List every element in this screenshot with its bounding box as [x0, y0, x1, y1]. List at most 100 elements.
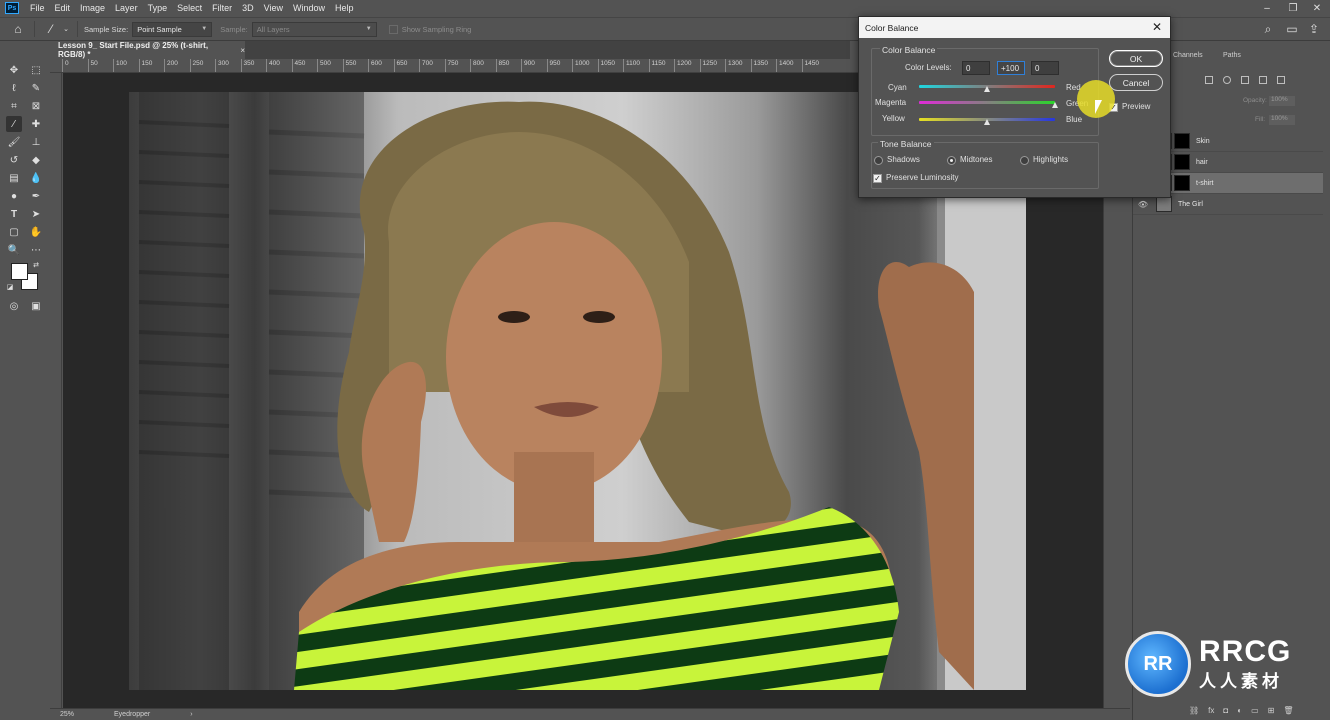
highlights-radio[interactable]: [1020, 156, 1029, 165]
eraser-tool-icon[interactable]: ◆: [28, 152, 44, 168]
chevron-right-icon[interactable]: ›: [190, 711, 192, 718]
yellow-blue-level-input[interactable]: 0: [1031, 61, 1059, 75]
menu-file[interactable]: File: [25, 3, 50, 13]
new-layer-icon[interactable]: ⊞: [1268, 706, 1275, 715]
filter-shape-icon[interactable]: [1259, 76, 1267, 84]
menu-filter[interactable]: Filter: [207, 3, 237, 13]
workspace-icon[interactable]: ▭: [1282, 19, 1302, 39]
type-tool-icon[interactable]: T: [6, 206, 22, 222]
zoom-tool-icon[interactable]: 🔍: [6, 242, 22, 258]
filter-smart-object-icon[interactable]: [1277, 76, 1285, 84]
yellow-blue-slider-thumb[interactable]: [983, 119, 990, 125]
quick-mask-icon[interactable]: ◎: [6, 298, 22, 314]
sample-size-select[interactable]: Point Sample ▼: [132, 21, 213, 37]
healing-brush-tool-icon[interactable]: ✚: [28, 116, 44, 132]
lasso-tool-icon[interactable]: ℓ: [6, 80, 22, 96]
chevron-down-icon[interactable]: ⌄: [61, 19, 71, 39]
shape-tool-icon[interactable]: ▢: [6, 224, 22, 240]
move-tool-icon[interactable]: ✥: [6, 62, 22, 78]
filter-pixel-icon[interactable]: [1205, 76, 1213, 84]
ruler-tick-label: 500: [317, 59, 331, 72]
watermark-emblem: RR: [1125, 631, 1191, 697]
minimize-icon[interactable]: –: [1254, 0, 1280, 16]
layer-mask-thumbnail[interactable]: [1174, 133, 1190, 149]
cyan-red-slider-thumb[interactable]: [983, 86, 990, 92]
sampling-ring-checkbox[interactable]: [388, 24, 398, 34]
tab-paths[interactable]: Paths: [1223, 52, 1241, 59]
fx-icon[interactable]: fx: [1208, 706, 1214, 715]
cyan-red-level-input[interactable]: 0: [962, 61, 990, 75]
layer-mask-thumbnail[interactable]: [1174, 175, 1190, 191]
search-icon[interactable]: ⌕: [1258, 19, 1278, 39]
menu-image[interactable]: Image: [75, 3, 110, 13]
menu-edit[interactable]: Edit: [50, 3, 76, 13]
frame-tool-icon[interactable]: ⊠: [28, 98, 44, 114]
layer-mask-thumbnail[interactable]: [1174, 154, 1190, 170]
maximize-icon[interactable]: ❐: [1280, 0, 1306, 16]
default-colors-icon[interactable]: ◪: [5, 282, 15, 292]
brush-tool-icon[interactable]: 🖌: [6, 134, 22, 150]
menu-window[interactable]: Window: [288, 3, 330, 13]
magenta-green-slider-track[interactable]: [919, 101, 1055, 104]
ruler-tick-label: 1200: [674, 59, 691, 72]
midtones-radio[interactable]: [947, 156, 956, 165]
chevron-down-icon: ▼: [365, 26, 372, 32]
dialog-titlebar[interactable]: Color Balance ✕: [859, 17, 1170, 38]
ok-button[interactable]: OK: [1109, 50, 1163, 67]
menu-layer[interactable]: Layer: [110, 3, 143, 13]
foreground-color-swatch[interactable]: [11, 263, 28, 280]
cancel-button[interactable]: Cancel: [1109, 74, 1163, 91]
document-tab-bar: Lesson 9_ Start File.psd @ 25% (t-shirt,…: [50, 41, 850, 59]
document-tab[interactable]: Lesson 9_ Start File.psd @ 25% (t-shirt,…: [50, 41, 245, 59]
crop-tool-icon[interactable]: ⌗: [6, 98, 22, 114]
tone-balance-group-title: Tone Balance: [878, 139, 934, 149]
tab-channels[interactable]: Channels: [1173, 52, 1203, 59]
ruler-tick-label: 450: [291, 59, 305, 72]
preserve-luminosity-checkbox[interactable]: ✓: [873, 174, 882, 183]
visibility-eye-icon[interactable]: 👁: [1133, 200, 1153, 209]
magenta-green-slider-thumb[interactable]: [1051, 102, 1058, 108]
link-layers-icon[interactable]: ⛓: [1189, 706, 1199, 715]
swap-colors-icon[interactable]: ⇄: [31, 260, 41, 270]
home-icon[interactable]: ⌂: [8, 19, 28, 39]
filter-adjustment-icon[interactable]: [1223, 76, 1231, 84]
magenta-green-level-input[interactable]: +100: [997, 61, 1025, 75]
document-title: Lesson 9_ Start File.psd @ 25% (t-shirt,…: [58, 41, 209, 59]
marquee-tool-icon[interactable]: ⬚: [28, 62, 44, 78]
adjustment-layer-icon[interactable]: ◐: [1237, 706, 1242, 715]
eyedropper-preset-icon[interactable]: ⁄: [41, 19, 61, 39]
share-icon[interactable]: ⇪: [1304, 19, 1324, 39]
delete-layer-icon[interactable]: 🗑: [1283, 706, 1293, 715]
more-tools-icon[interactable]: ⋯: [28, 242, 44, 258]
dodge-tool-icon[interactable]: ●: [6, 188, 22, 204]
zoom-level[interactable]: 25%: [60, 711, 74, 718]
dialog-close-icon[interactable]: ✕: [1152, 20, 1162, 34]
screen-mode-icon[interactable]: ▣: [28, 298, 44, 314]
shadows-radio[interactable]: [874, 156, 883, 165]
clone-stamp-tool-icon[interactable]: ⊥: [28, 134, 44, 150]
group-folder-icon[interactable]: ▭: [1251, 706, 1259, 715]
pen-tool-icon[interactable]: ✒: [28, 188, 44, 204]
watermark-brand-cn: 人人素材: [1199, 671, 1283, 692]
close-tab-icon[interactable]: ×: [240, 46, 245, 55]
window-close-icon[interactable]: ✕: [1304, 0, 1330, 16]
filter-type-icon[interactable]: [1241, 76, 1249, 84]
opacity-value[interactable]: 100%: [1269, 96, 1295, 106]
history-brush-tool-icon[interactable]: ↺: [6, 152, 22, 168]
ruler-tick-label: 650: [393, 59, 407, 72]
blur-tool-icon[interactable]: 💧: [28, 170, 44, 186]
hand-tool-icon[interactable]: ✋: [28, 224, 44, 240]
path-select-tool-icon[interactable]: ➤: [28, 206, 44, 222]
add-mask-icon[interactable]: ◘: [1223, 706, 1228, 715]
menu-help[interactable]: Help: [330, 3, 359, 13]
menu-type[interactable]: Type: [143, 3, 173, 13]
gradient-tool-icon[interactable]: ▤: [6, 170, 22, 186]
menu-view[interactable]: View: [259, 3, 288, 13]
menu-select[interactable]: Select: [172, 3, 207, 13]
quick-select-tool-icon[interactable]: ✎: [28, 80, 44, 96]
sample-select[interactable]: All Layers ▼: [251, 21, 377, 37]
ruler-tick-label: 350: [240, 59, 254, 72]
eyedropper-tool-icon[interactable]: ⁄: [6, 116, 22, 132]
fill-value[interactable]: 100%: [1269, 115, 1295, 125]
menu-3d[interactable]: 3D: [237, 3, 259, 13]
